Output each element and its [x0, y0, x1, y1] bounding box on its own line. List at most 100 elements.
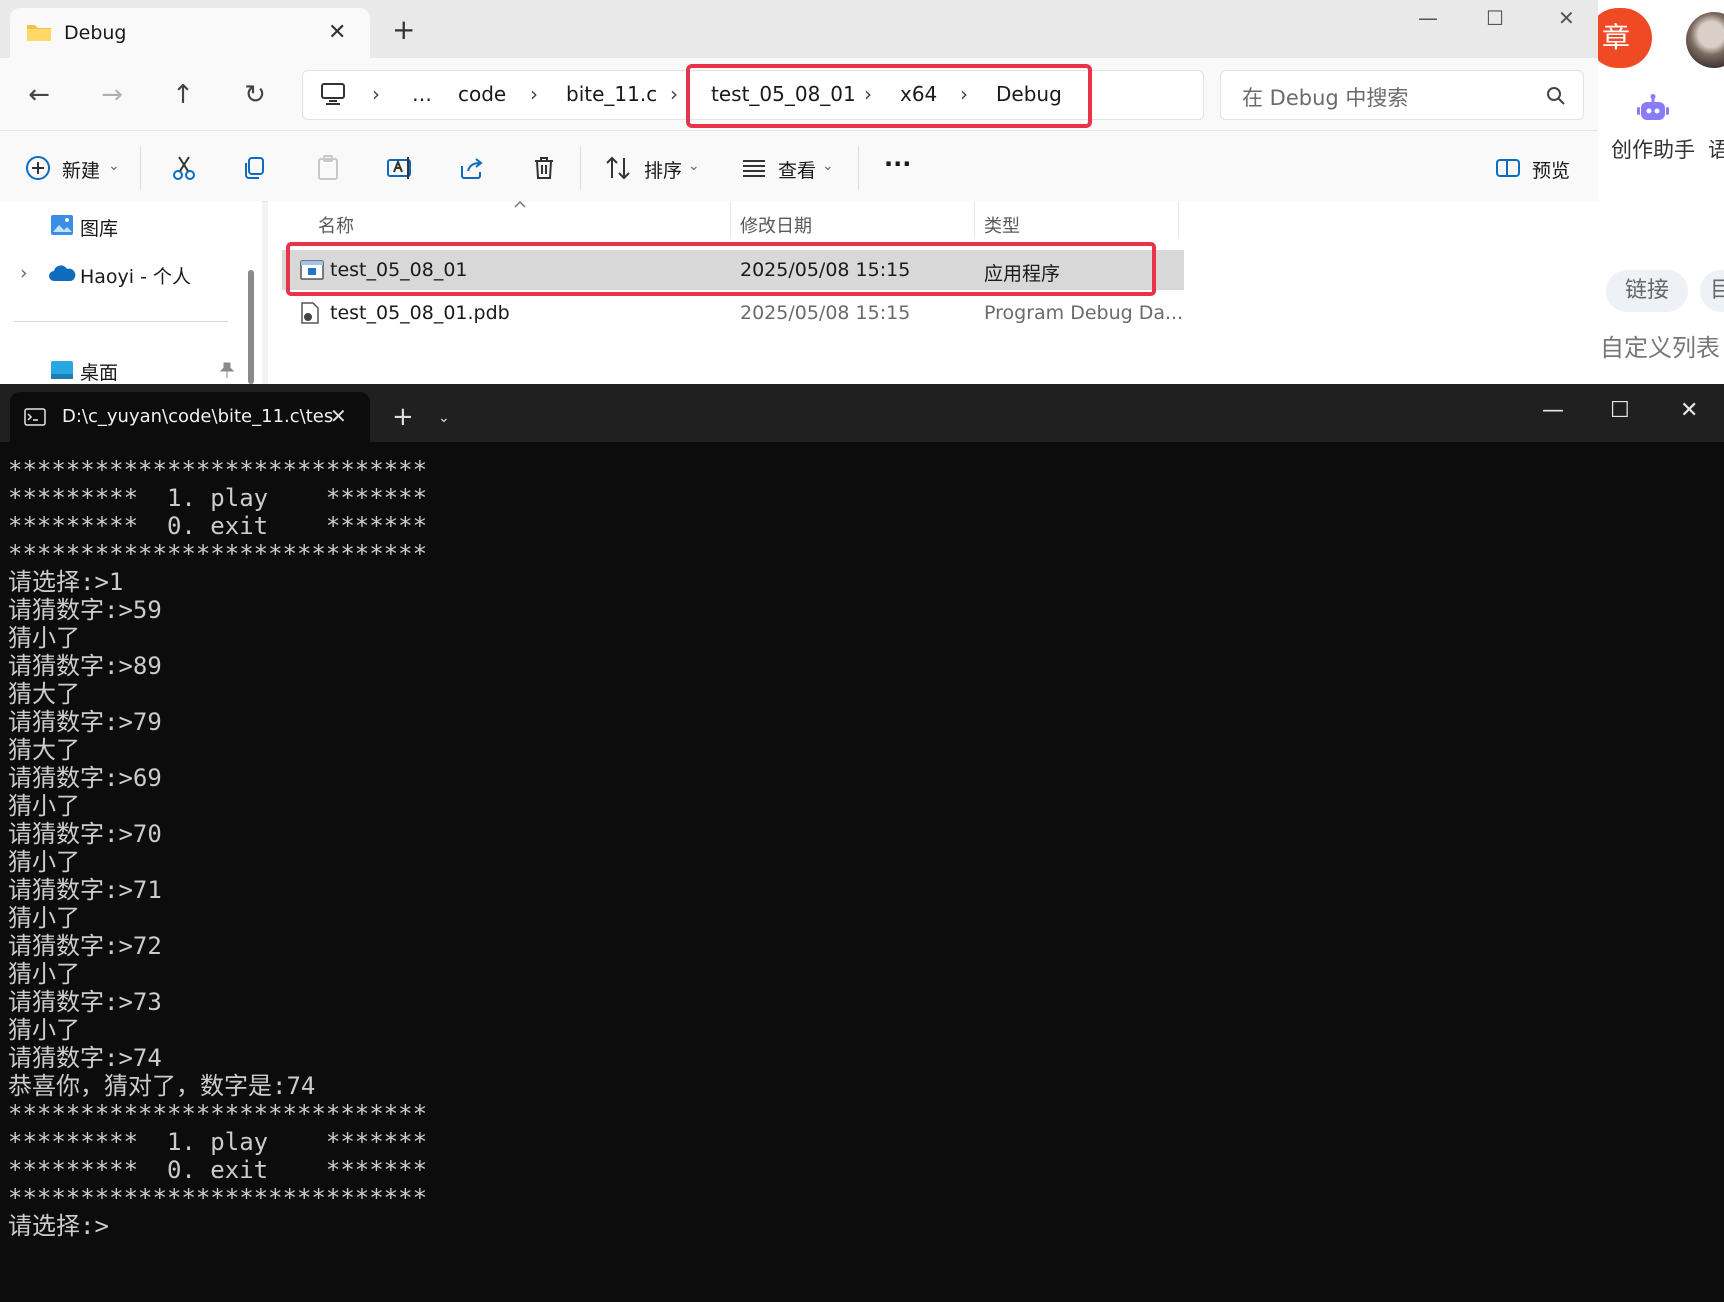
nav-item-gallery[interactable]: 图库 — [80, 214, 118, 241]
column-divider[interactable] — [730, 202, 731, 238]
command-prompt-icon — [24, 408, 46, 426]
desktop-icon — [50, 360, 74, 380]
terminal-line: ***************************** — [8, 456, 428, 484]
terminal-line: ***************************** — [8, 1184, 428, 1212]
nav-item-desktop[interactable]: 桌面 — [80, 358, 118, 385]
navigation-pane — [0, 201, 262, 384]
refresh-button[interactable]: ↻ — [238, 78, 272, 112]
search-input[interactable]: 在 Debug 中搜索 — [1242, 82, 1408, 112]
file-type: Program Debug Da... — [984, 302, 1184, 324]
new-button[interactable]: 新建 — [62, 156, 100, 183]
address-highlight-box — [686, 64, 1092, 128]
terminal-line: 请猜数字:>72 — [8, 932, 162, 960]
forward-button[interactable]: → — [95, 78, 129, 112]
column-header-name[interactable]: 名称 — [318, 212, 354, 238]
toolbar-divider — [140, 146, 141, 190]
up-button[interactable]: ↑ — [166, 78, 200, 112]
close-tab-icon[interactable]: ✕ — [328, 20, 346, 45]
chevron-down-icon[interactable]: ⌄ — [688, 158, 700, 174]
delete-icon[interactable] — [530, 154, 558, 182]
language-label[interactable]: 语 — [1708, 134, 1724, 164]
terminal-line: 请猜数字:>73 — [8, 988, 162, 1016]
terminal-line: 猜大了 — [8, 680, 80, 708]
minimize-button[interactable]: — — [1418, 6, 1438, 30]
file-name[interactable]: test_05_08_01.pdb — [330, 302, 510, 324]
maximize-button[interactable]: ☐ — [1610, 398, 1630, 423]
terminal-line: ***************************** — [8, 1100, 428, 1128]
maximize-button[interactable]: ☐ — [1486, 6, 1504, 30]
pin-icon — [220, 362, 234, 378]
folder-icon — [26, 22, 52, 42]
terminal-line: 请猜数字:>79 — [8, 708, 162, 736]
terminal-line: 请猜数字:>74 — [8, 1044, 162, 1072]
nav-scrollbar[interactable] — [248, 270, 254, 384]
breadcrumb-separator: › — [670, 82, 678, 106]
copy-icon[interactable] — [240, 154, 268, 182]
breadcrumb-bite-11[interactable]: bite_11.c — [566, 82, 657, 106]
terminal-line: 请猜数字:>70 — [8, 820, 162, 848]
breadcrumb-separator: › — [530, 82, 538, 106]
breadcrumb-code[interactable]: code — [458, 82, 506, 106]
rename-icon[interactable] — [386, 154, 414, 182]
terminal-line: ********* 0. exit ******* — [8, 1156, 428, 1184]
row-highlight-box — [286, 242, 1156, 296]
back-button[interactable]: ← — [22, 78, 56, 112]
breadcrumb-overflow[interactable]: … — [412, 82, 432, 106]
terminal-line: 猜大了 — [8, 736, 80, 764]
expand-chevron-icon[interactable]: › — [20, 262, 28, 284]
custom-list-label[interactable]: 自定义列表 — [1600, 328, 1720, 363]
view-button[interactable]: 查看 — [778, 156, 816, 183]
column-divider[interactable] — [974, 202, 975, 238]
preview-button[interactable]: 预览 — [1532, 156, 1570, 183]
terminal-line: 猜小了 — [8, 848, 80, 876]
cut-icon[interactable] — [170, 154, 198, 182]
terminal-line: 请猜数字:>71 — [8, 876, 162, 904]
terminal-line: 猜小了 — [8, 624, 80, 652]
file-modified: 2025/05/08 15:15 — [740, 302, 911, 324]
share-icon[interactable] — [458, 154, 486, 182]
terminal-output[interactable]: ***************************** ********* 1… — [8, 456, 427, 1240]
terminal-line: 请选择:> — [8, 1212, 109, 1240]
terminal-line: 猜小了 — [8, 792, 80, 820]
terminal-line: ***************************** — [8, 540, 428, 568]
sort-button[interactable]: 排序 — [644, 156, 682, 183]
chevron-down-icon[interactable]: ⌄ — [438, 410, 450, 426]
terminal-line: 猜小了 — [8, 1016, 80, 1044]
assistant-label[interactable]: 创作助手 — [1611, 134, 1695, 164]
column-header-modified[interactable]: 修改日期 — [740, 212, 812, 238]
terminal-line: 猜小了 — [8, 904, 80, 932]
sort-icon[interactable] — [604, 154, 632, 182]
terminal-line: 请猜数字:>69 — [8, 764, 162, 792]
minimize-button[interactable]: — — [1542, 398, 1564, 423]
explorer-tab[interactable]: Debug ✕ — [10, 8, 370, 58]
onedrive-cloud-icon — [48, 264, 76, 282]
more-options-button[interactable]: ··· — [884, 150, 911, 178]
gallery-icon — [50, 214, 74, 236]
chevron-down-icon[interactable]: ⌄ — [822, 158, 834, 174]
column-header-type[interactable]: 类型 — [984, 212, 1020, 238]
close-tab-icon[interactable]: ✕ — [330, 404, 347, 428]
close-window-button[interactable]: ✕ — [1680, 398, 1698, 423]
preview-pane-icon[interactable] — [1494, 154, 1522, 182]
new-tab-button[interactable]: + — [392, 404, 414, 430]
paste-icon[interactable] — [314, 154, 342, 182]
computer-icon[interactable] — [320, 82, 346, 106]
nav-item-onedrive[interactable]: Haoyi - 个人 — [80, 262, 191, 289]
terminal-line: 请选择:>1 — [8, 568, 124, 596]
robot-icon[interactable] — [1636, 94, 1670, 124]
close-window-button[interactable]: ✕ — [1558, 6, 1575, 30]
view-icon[interactable] — [740, 154, 768, 182]
terminal-line: 猜小了 — [8, 960, 80, 988]
search-icon[interactable] — [1546, 86, 1566, 106]
chevron-down-icon[interactable]: ⌄ — [108, 158, 120, 174]
new-item-icon[interactable] — [24, 154, 52, 182]
breadcrumb-separator: › — [372, 82, 380, 106]
new-tab-button[interactable]: + — [392, 16, 415, 44]
terminal-line: ********* 0. exit ******* — [8, 512, 428, 540]
terminal-tab-title: D:\c_yuyan\code\bite_11.c\tes — [62, 406, 334, 427]
terminal-line: 请猜数字:>59 — [8, 596, 162, 624]
terminal-line: ********* 1. play ******* — [8, 484, 428, 512]
column-divider[interactable] — [1178, 202, 1179, 238]
link-chip[interactable]: 链接 — [1606, 270, 1688, 312]
toolbar-divider — [858, 146, 859, 190]
